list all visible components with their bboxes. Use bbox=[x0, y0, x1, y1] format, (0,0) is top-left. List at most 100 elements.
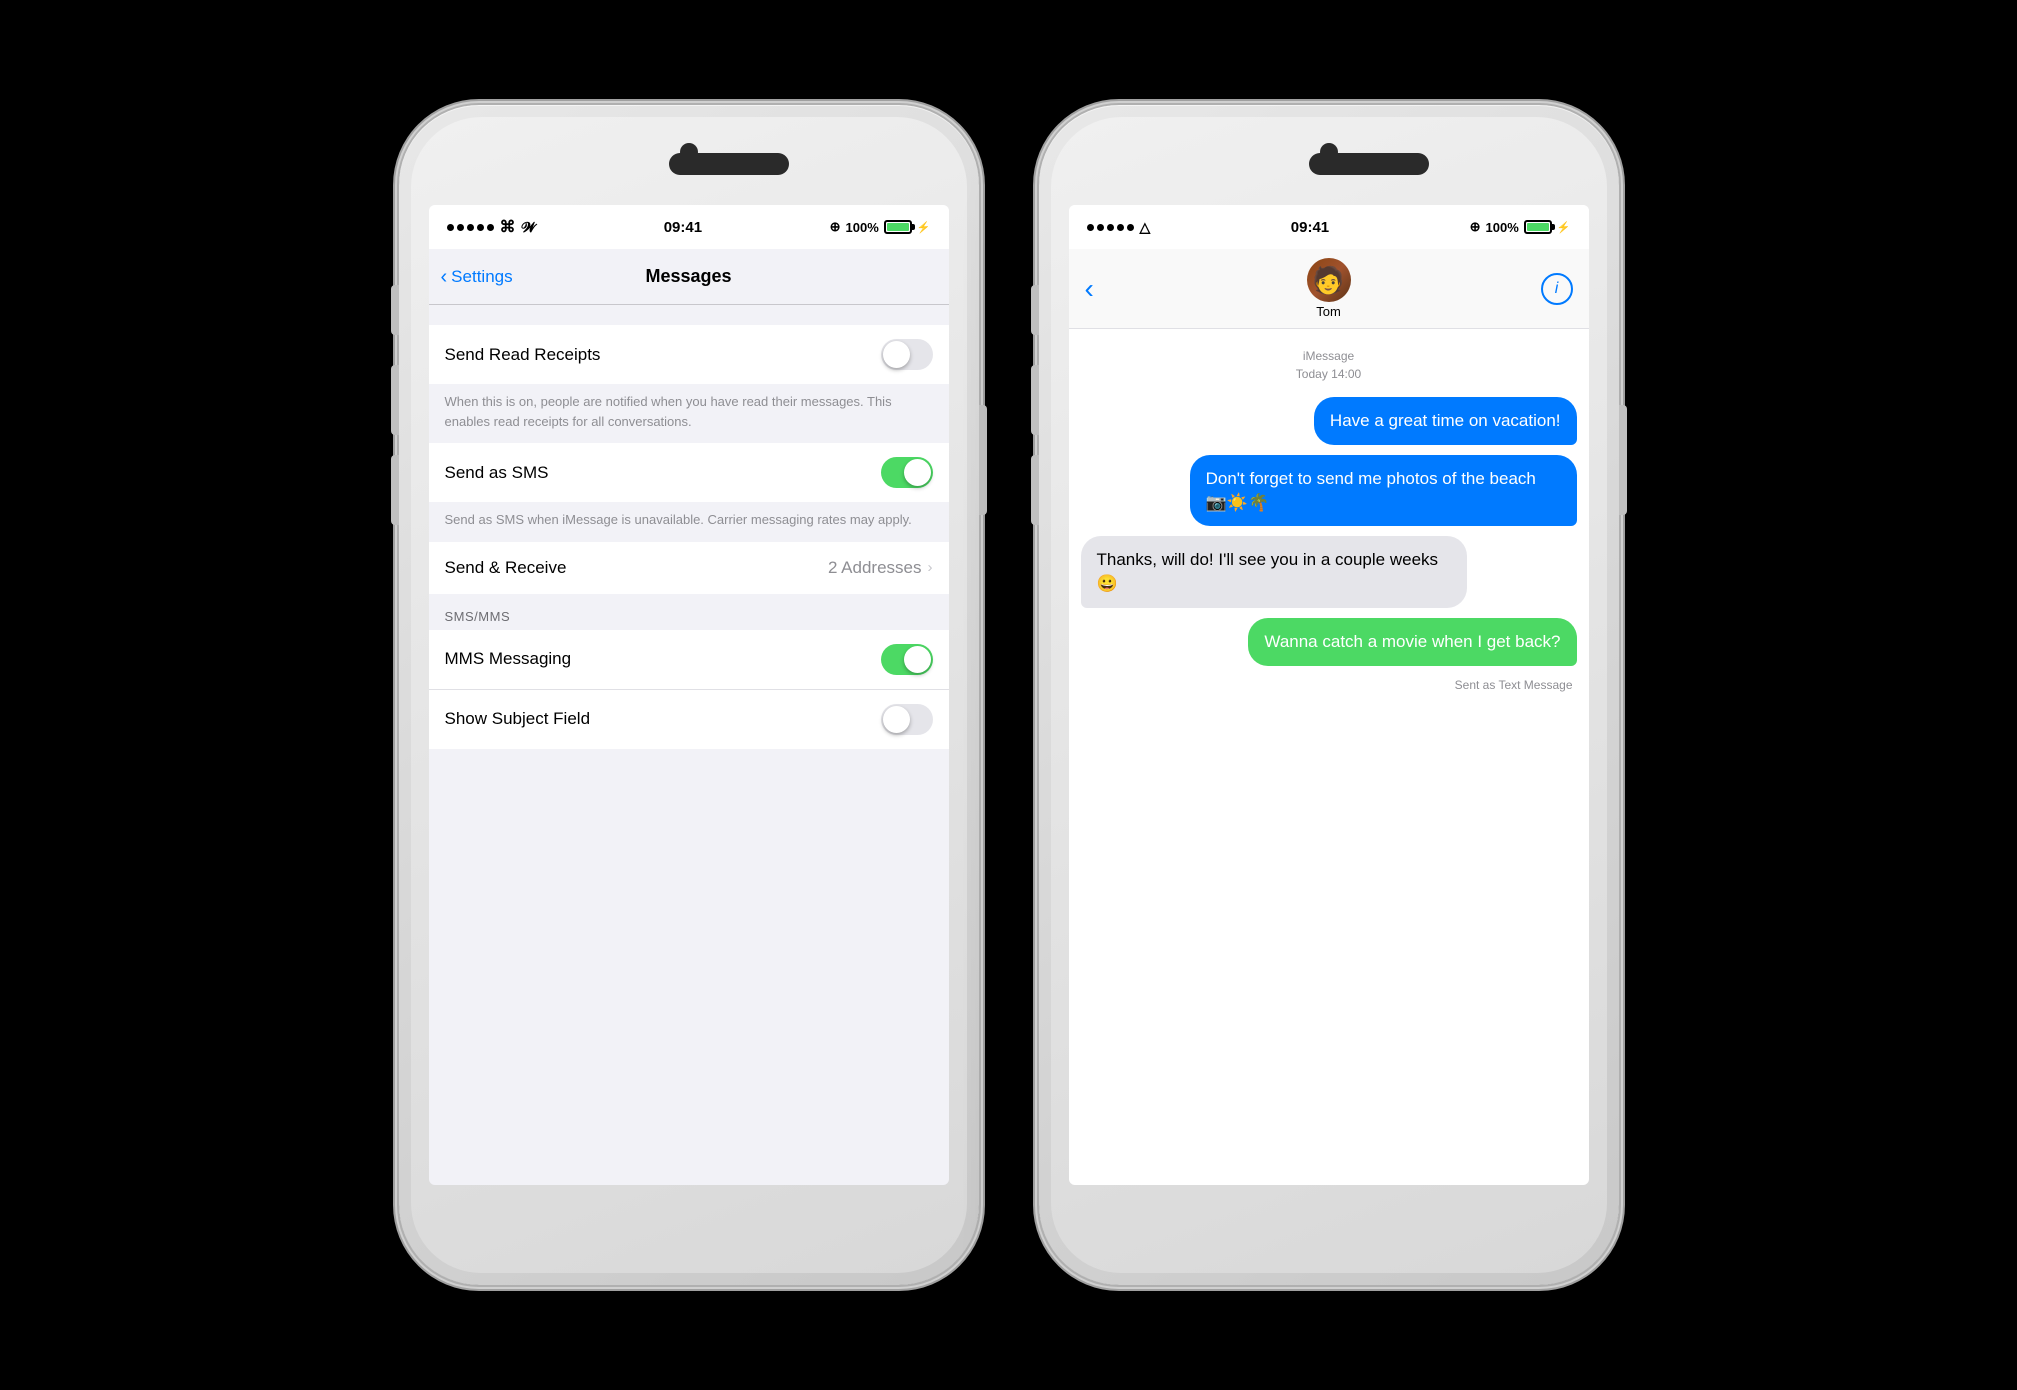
iphone-messages: △ 09:41 ⊕ 100% ⚡ ‹ bbox=[1039, 105, 1619, 1285]
volume-up-button-2[interactable] bbox=[1031, 365, 1039, 435]
status-bar-2: △ 09:41 ⊕ 100% ⚡ bbox=[1069, 205, 1589, 249]
read-receipts-toggle[interactable] bbox=[881, 339, 933, 370]
status-time-1: 09:41 bbox=[664, 219, 702, 236]
message-bubble-sent-3: Wanna catch a movie when I get back? bbox=[1248, 618, 1576, 666]
chevron-right-icon: › bbox=[928, 559, 933, 576]
toggle-knob-3 bbox=[904, 646, 931, 673]
signal-dot bbox=[447, 224, 454, 231]
wifi-symbol-1: 𝓦 bbox=[522, 219, 537, 236]
power-button-2[interactable] bbox=[1619, 405, 1627, 515]
signal-dot bbox=[487, 224, 494, 231]
send-receive-label: Send & Receive bbox=[445, 558, 567, 578]
show-subject-label: Show Subject Field bbox=[445, 709, 591, 729]
status-time-2: 09:41 bbox=[1291, 219, 1329, 236]
mute-button-2[interactable] bbox=[1031, 285, 1039, 335]
mute-button-1[interactable] bbox=[391, 285, 399, 335]
row-send-receive[interactable]: Send & Receive 2 Addresses › bbox=[429, 542, 949, 594]
location-icon-1: ⊕ bbox=[830, 219, 841, 235]
status-right-1: ⊕ 100% ⚡ bbox=[830, 219, 931, 235]
battery-1 bbox=[884, 220, 912, 234]
avatar: 🧑 bbox=[1307, 258, 1351, 302]
signal-dot-2 bbox=[1117, 224, 1124, 231]
row-read-receipts[interactable]: Send Read Receipts bbox=[429, 325, 949, 384]
message-bubble-sent-1: Have a great time on vacation! bbox=[1314, 397, 1577, 445]
sms-mms-divider: SMS/MMS bbox=[429, 594, 949, 630]
battery-fill-2 bbox=[1527, 223, 1549, 231]
row-send-as-sms[interactable]: Send as SMS bbox=[429, 443, 949, 502]
send-as-sms-description: Send as SMS when iMessage is unavailable… bbox=[429, 502, 949, 542]
send-as-sms-label: Send as SMS bbox=[445, 463, 549, 483]
battery-percent-1: 100% bbox=[846, 220, 879, 235]
messages-header: ‹ 🧑 Tom i bbox=[1069, 249, 1589, 329]
read-receipts-description: When this is on, people are notified whe… bbox=[429, 384, 949, 443]
row-show-subject[interactable]: Show Subject Field bbox=[429, 690, 949, 749]
mms-messaging-label: MMS Messaging bbox=[445, 649, 572, 669]
message-status: Sent as Text Message bbox=[1081, 678, 1573, 692]
send-receive-value: 2 Addresses › bbox=[828, 558, 933, 578]
wifi-symbol-2: △ bbox=[1140, 219, 1151, 236]
battery-fill-1 bbox=[887, 223, 909, 231]
mms-messaging-toggle[interactable] bbox=[881, 644, 933, 675]
chevron-left-icon: ‹ bbox=[441, 267, 448, 287]
toggle-knob bbox=[883, 341, 910, 368]
timestamp-label: iMessage bbox=[1081, 347, 1577, 365]
wifi-icon-1: ⌘︎ bbox=[500, 217, 516, 237]
speaker-grille-2 bbox=[1309, 153, 1429, 175]
toggle-knob-2 bbox=[904, 459, 931, 486]
messages-screen: △ 09:41 ⊕ 100% ⚡ ‹ bbox=[1069, 205, 1589, 1185]
status-left-1: ⌘︎ 𝓦 bbox=[447, 217, 537, 237]
signal-dot bbox=[457, 224, 464, 231]
message-bubble-received-1: Thanks, will do! I'll see you in a coupl… bbox=[1081, 536, 1468, 608]
contact-name: Tom bbox=[1316, 304, 1341, 319]
message-row-received-1: Thanks, will do! I'll see you in a coupl… bbox=[1081, 536, 1577, 608]
signal-dot bbox=[467, 224, 474, 231]
settings-back-button[interactable]: ‹ Settings bbox=[441, 267, 513, 287]
iphone-settings: ⌘︎ 𝓦 09:41 ⊕ 100% ⚡ bbox=[399, 105, 979, 1285]
battery-box-2 bbox=[1524, 220, 1552, 234]
status-bar-1: ⌘︎ 𝓦 09:41 ⊕ 100% ⚡ bbox=[429, 205, 949, 249]
section-read-receipts: Send Read Receipts bbox=[429, 325, 949, 384]
row-mms-messaging[interactable]: MMS Messaging bbox=[429, 630, 949, 690]
charging-icon-2: ⚡ bbox=[1557, 221, 1571, 234]
info-button[interactable]: i bbox=[1541, 273, 1573, 305]
battery-percent-2: 100% bbox=[1486, 220, 1519, 235]
settings-page-title: Messages bbox=[645, 266, 731, 287]
section-send-as-sms: Send as SMS bbox=[429, 443, 949, 502]
signal-strength-1 bbox=[447, 224, 494, 231]
power-button-1[interactable] bbox=[979, 405, 987, 515]
signal-dot-2 bbox=[1087, 224, 1094, 231]
signal-dot-2 bbox=[1097, 224, 1104, 231]
status-left-2: △ bbox=[1087, 219, 1151, 236]
message-bubble-sent-2: Don't forget to send me photos of the be… bbox=[1190, 455, 1577, 527]
spacer-top bbox=[429, 305, 949, 325]
toggle-knob-4 bbox=[883, 706, 910, 733]
addresses-count: 2 Addresses bbox=[828, 558, 922, 578]
avatar-emoji: 🧑 bbox=[1312, 265, 1344, 296]
phones-container: ⌘︎ 𝓦 09:41 ⊕ 100% ⚡ bbox=[399, 105, 1619, 1285]
message-row-sent-1: Have a great time on vacation! bbox=[1081, 397, 1577, 445]
signal-dot-2 bbox=[1107, 224, 1114, 231]
message-row-sent-3: Wanna catch a movie when I get back? bbox=[1081, 618, 1577, 666]
messages-back-button[interactable]: ‹ bbox=[1085, 275, 1094, 303]
speaker-grille-1 bbox=[669, 153, 789, 175]
send-as-sms-toggle[interactable] bbox=[881, 457, 933, 488]
timestamp-subtext: Today 14:00 bbox=[1081, 365, 1577, 383]
battery-2 bbox=[1524, 220, 1552, 234]
signal-strength-2 bbox=[1087, 224, 1134, 231]
show-subject-toggle[interactable] bbox=[881, 704, 933, 735]
contact-info[interactable]: 🧑 Tom bbox=[1307, 258, 1351, 319]
settings-nav: ‹ Settings Messages bbox=[429, 249, 949, 305]
volume-up-button-1[interactable] bbox=[391, 365, 399, 435]
charging-icon-1: ⚡ bbox=[917, 221, 931, 234]
settings-content: Send Read Receipts When this is on, peop… bbox=[429, 305, 949, 749]
read-receipts-label: Send Read Receipts bbox=[445, 345, 601, 365]
volume-down-button-1[interactable] bbox=[391, 455, 399, 525]
location-icon-2: ⊕ bbox=[1470, 219, 1481, 235]
volume-down-button-2[interactable] bbox=[1031, 455, 1039, 525]
sms-mms-label: SMS/MMS bbox=[445, 609, 511, 624]
settings-screen: ⌘︎ 𝓦 09:41 ⊕ 100% ⚡ bbox=[429, 205, 949, 1185]
section-sms-mms: MMS Messaging Show Subject Field bbox=[429, 630, 949, 749]
message-row-sent-2: Don't forget to send me photos of the be… bbox=[1081, 455, 1577, 527]
signal-dot-2 bbox=[1127, 224, 1134, 231]
section-send-receive: Send & Receive 2 Addresses › bbox=[429, 542, 949, 594]
